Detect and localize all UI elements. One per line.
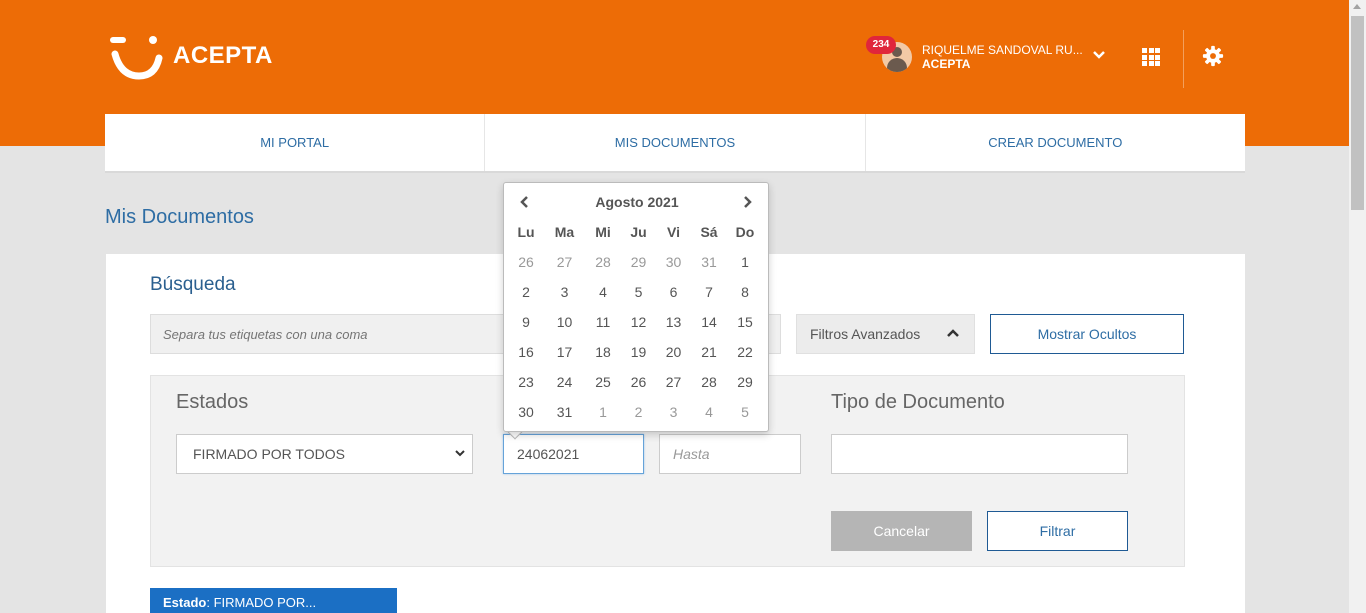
chip-value: : FIRMADO POR... [206,595,317,610]
calendar-day[interactable]: 30 [656,253,691,283]
calendar-day[interactable]: 29 [727,373,763,403]
calendar-day[interactable]: 10 [544,313,585,343]
calendar-day[interactable]: 19 [621,343,656,373]
tab-mi-portal[interactable]: MI PORTAL [105,114,486,171]
tipo-documento-label: Tipo de Documento [831,391,1005,413]
calendar-day[interactable]: 16 [508,343,544,373]
chip-key: Estado [163,595,207,610]
tab-mis-documentos[interactable]: MIS DOCUMENTOS [485,114,866,171]
calendar-day[interactable]: 12 [621,313,656,343]
calendar-day[interactable]: 7 [691,283,727,313]
calendar-day[interactable]: 1 [585,403,621,433]
advanced-filters-toggle[interactable]: Filtros Avanzados [796,314,975,354]
datepicker-month[interactable]: Agosto 2021 [504,194,770,210]
calendar-day[interactable]: 21 [691,343,727,373]
estado-select[interactable]: FIRMADO POR TODOS [176,434,473,474]
calendar-day[interactable]: 1 [727,253,763,283]
calendar-day[interactable]: 31 [691,253,727,283]
calendar-day[interactable]: 22 [727,343,763,373]
estados-label: Estados [176,391,249,413]
calendar-day[interactable]: 5 [727,403,763,433]
tipo-documento-input[interactable] [831,434,1128,474]
calendar-day[interactable]: 18 [585,343,621,373]
chevron-up-icon [947,329,959,337]
search-title: Búsqueda [150,274,236,295]
acepta-logo[interactable]: ACEPTA [109,34,279,82]
calendar-day[interactable]: 11 [585,313,621,343]
calendar-day[interactable]: 9 [508,313,544,343]
calendar-day[interactable]: 28 [691,373,727,403]
page-title: Mis Documentos [105,206,254,228]
weekday-header: Lu [517,224,535,240]
calendar-day[interactable]: 4 [691,403,727,433]
user-menu[interactable]: 234 RIQUELME SANDOVAL RU... ACEPTA [866,36,1116,78]
calendar-day[interactable]: 15 [727,313,763,343]
calendar-day[interactable]: 23 [508,373,544,403]
calendar-day[interactable]: 27 [544,253,585,283]
calendar-day[interactable]: 14 [691,313,727,343]
calendar-day[interactable]: 28 [585,253,621,283]
show-hidden-button[interactable]: Mostrar Ocultos [990,314,1184,354]
estado-selected-value: FIRMADO POR TODOS [193,446,345,462]
calendar-day[interactable]: 31 [544,403,585,433]
calendar-day[interactable]: 26 [508,253,544,283]
advanced-filters-label: Filtros Avanzados [810,326,921,342]
calendar-day[interactable]: 29 [621,253,656,283]
scroll-up-arrow[interactable] [1353,4,1361,9]
scrollbar-thumb[interactable] [1351,16,1364,210]
weekday-header: Ma [554,224,575,240]
calendar-day[interactable]: 13 [656,313,691,343]
header-divider [1183,30,1184,88]
datepicker: Agosto 2021 Lu Ma Mi Ju Vi Sá Do 26 27 28 29 30 31 1… [503,182,769,432]
main-nav: MI PORTAL MIS DOCUMENTOS CREAR DOCUMENTO [105,114,1245,173]
calendar-day[interactable]: 25 [585,373,621,403]
gear-icon[interactable] [1202,45,1224,67]
weekday-header: Vi [667,224,680,240]
user-name: RIQUELME SANDOVAL RU... [922,43,1083,57]
user-org: ACEPTA [922,57,971,71]
datepicker-days: 26 27 28 29 30 31 1 2 3 4 5 6 7 8 9 10 11 12 13 14 15 16 17 18 1… [508,253,766,433]
chevron-down-icon[interactable] [1092,50,1106,60]
calendar-day[interactable]: 4 [585,283,621,313]
chevron-right-icon[interactable] [740,195,754,209]
weekday-header: Mi [595,224,611,240]
smile-logo-icon [110,36,163,80]
calendar-day[interactable]: 26 [621,373,656,403]
date-to-input[interactable]: Hasta [659,434,801,474]
filter-button[interactable]: Filtrar [987,511,1128,551]
calendar-day[interactable]: 2 [621,403,656,433]
calendar-day[interactable]: 3 [544,283,585,313]
calendar-day[interactable]: 3 [656,403,691,433]
calendar-day[interactable]: 17 [544,343,585,373]
calendar-day[interactable]: 20 [656,343,691,373]
weekday-header: Do [735,224,755,240]
tab-crear-documento[interactable]: CREAR DOCUMENTO [866,114,1245,171]
calendar-day[interactable]: 30 [508,403,544,433]
datepicker-weekdays: Lu Ma Mi Ju Vi Sá Do [508,224,766,240]
chevron-down-icon [455,450,465,457]
weekday-header: Sá [700,224,718,240]
calendar-day[interactable]: 24 [544,373,585,403]
brand-name: ACEPTA [173,42,273,69]
apps-grid-icon[interactable] [1142,48,1160,66]
calendar-day[interactable]: 6 [656,283,691,313]
cancel-button[interactable]: Cancelar [831,511,972,551]
datepicker-header: Agosto 2021 [504,191,770,213]
weekday-header: Ju [630,224,647,240]
notification-badge[interactable]: 234 [866,36,896,54]
calendar-day[interactable]: 8 [727,283,763,313]
calendar-day[interactable]: 27 [656,373,691,403]
calendar-day[interactable]: 5 [621,283,656,313]
date-from-input[interactable]: 24062021 [503,434,644,474]
calendar-day[interactable]: 2 [508,283,544,313]
active-filter-chip[interactable]: Estado: FIRMADO POR... [150,588,397,613]
